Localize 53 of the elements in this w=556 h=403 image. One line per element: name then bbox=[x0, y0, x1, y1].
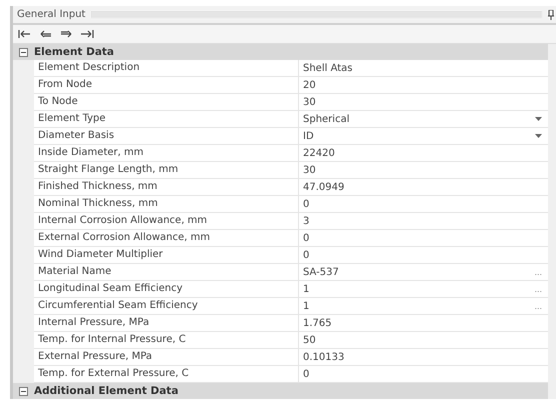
browse-button[interactable]: ... bbox=[534, 284, 542, 294]
last-arrow-icon[interactable] bbox=[80, 28, 95, 40]
dropdown-caret-icon[interactable] bbox=[535, 117, 542, 121]
property-label: Longitudinal Seam Efficiency bbox=[34, 281, 299, 297]
value-cell[interactable]: 47.0949 bbox=[299, 179, 548, 195]
property-label: Material Name bbox=[34, 264, 299, 280]
panel-title: General Input bbox=[17, 9, 86, 20]
first-arrow-icon[interactable] bbox=[17, 28, 32, 40]
value-cell[interactable]: Shell Atas bbox=[299, 60, 548, 76]
collapse-toggle[interactable] bbox=[19, 386, 28, 396]
property-label: Circumferential Seam Efficiency bbox=[34, 298, 299, 314]
value-cell[interactable]: 1 ... bbox=[299, 298, 548, 314]
property-label: Diameter Basis bbox=[34, 128, 299, 144]
property-label: External Corrosion Allowance, mm bbox=[34, 230, 299, 246]
section-title: Element Data bbox=[34, 46, 114, 58]
right-arrow-icon[interactable] bbox=[59, 28, 74, 40]
value-cell[interactable]: 22420 bbox=[299, 145, 548, 161]
value-cell[interactable]: 3 bbox=[299, 213, 548, 229]
property-label: Temp. for Internal Pressure, C bbox=[34, 332, 299, 348]
browse-button[interactable]: ... bbox=[534, 301, 542, 311]
property-label: Nominal Thickness, mm bbox=[34, 196, 299, 212]
value-cell[interactable]: 30 bbox=[299, 94, 548, 110]
value-cell[interactable]: 0 bbox=[299, 230, 548, 246]
collapse-toggle[interactable] bbox=[19, 48, 28, 56]
property-label: Temp. for External Pressure, C bbox=[34, 366, 299, 382]
property-label: External Pressure, MPa bbox=[34, 349, 299, 365]
property-label: Internal Pressure, MPa bbox=[34, 315, 299, 331]
property-label: Element Description bbox=[34, 60, 299, 76]
value-cell[interactable]: 0 bbox=[299, 247, 548, 263]
value-cell[interactable]: 1.765 bbox=[299, 315, 548, 331]
property-label: Wind Diameter Multiplier bbox=[34, 247, 299, 263]
dropdown-caret-icon[interactable] bbox=[535, 134, 542, 138]
property-label: Straight Flange Length, mm bbox=[34, 162, 299, 178]
property-label: Inside Diameter, mm bbox=[34, 145, 299, 161]
value-cell[interactable]: 50 bbox=[299, 332, 548, 348]
property-label: To Node bbox=[34, 94, 299, 110]
property-label: Finished Thickness, mm bbox=[34, 179, 299, 195]
value-cell[interactable]: Spherical bbox=[299, 111, 548, 127]
property-label: Internal Corrosion Allowance, mm bbox=[34, 213, 299, 229]
value-cell[interactable]: 0 bbox=[299, 366, 548, 382]
property-label: From Node bbox=[34, 77, 299, 93]
left-arrow-icon[interactable] bbox=[38, 28, 53, 40]
value-cell[interactable]: 1 ... bbox=[299, 281, 548, 297]
value-cell[interactable]: 20 bbox=[299, 77, 548, 93]
value-cell[interactable]: ID bbox=[299, 128, 548, 144]
section-title: Additional Element Data bbox=[34, 385, 178, 397]
pin-icon[interactable] bbox=[548, 10, 554, 20]
value-cell[interactable]: 0 bbox=[299, 196, 548, 212]
value-cell[interactable]: SA-537 ... bbox=[299, 264, 548, 280]
property-label: Element Type bbox=[34, 111, 299, 127]
value-cell[interactable]: 0.10133 bbox=[299, 349, 548, 365]
browse-button[interactable]: ... bbox=[534, 267, 542, 277]
value-cell[interactable]: 30 bbox=[299, 162, 548, 178]
